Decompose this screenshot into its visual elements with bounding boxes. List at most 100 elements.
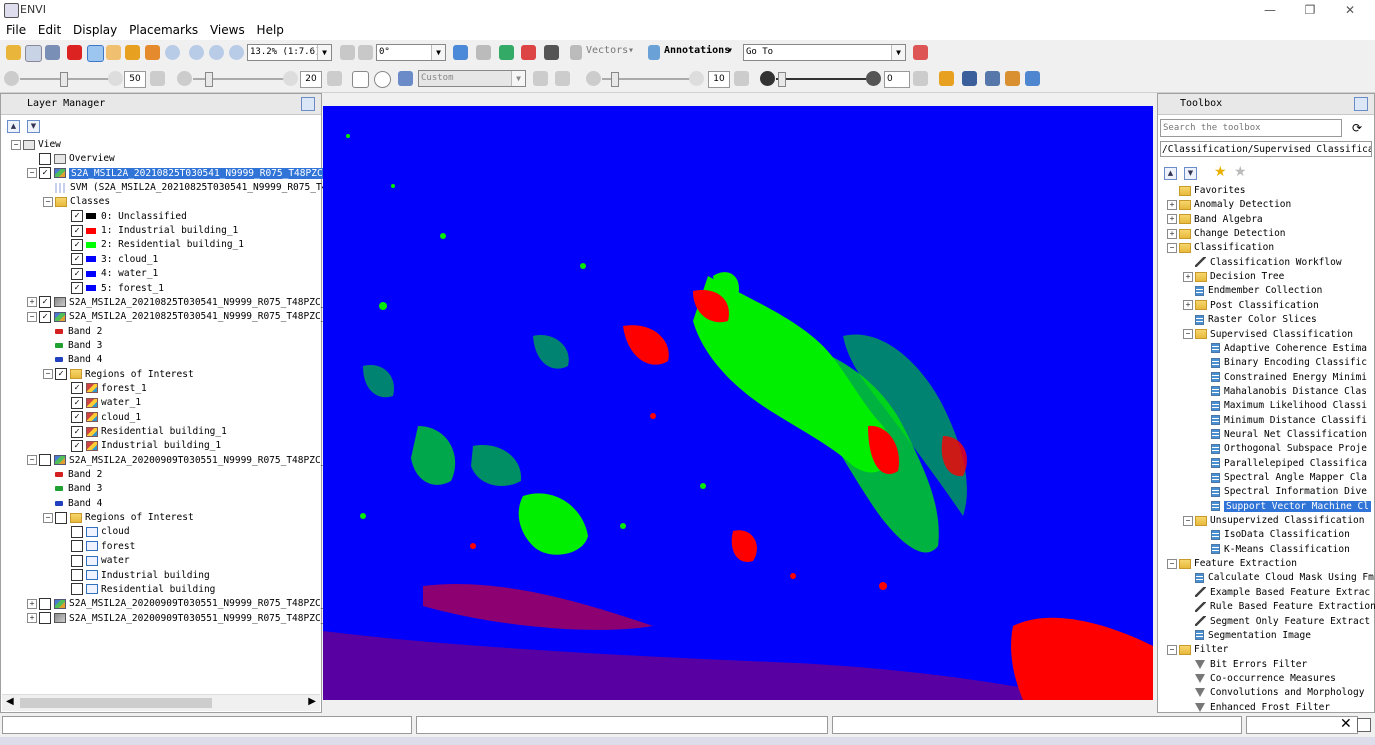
collapse-all-icon[interactable]: ▲ [7,120,20,133]
pin-icon[interactable] [67,45,82,60]
layer-tree-item[interactable]: + ✓ S2A_MSIL2A_20210825T030541_N9999_R075_… [27,296,326,310]
vectors-menu[interactable]: Vectors [586,45,628,56]
layer-checkbox[interactable]: ✓ [71,253,83,266]
layer-tree-item[interactable]: ✓ 1: Industrial building_1 [59,224,238,238]
brightness-knob[interactable] [60,72,68,87]
data-manager-icon[interactable] [25,45,42,62]
layer-tree-item[interactable]: Overview [27,152,115,166]
toolbox-tree-item[interactable]: Segment Only Feature Extract [1183,615,1370,629]
layer-checkbox[interactable] [39,612,51,625]
reset-sharpen-icon[interactable] [734,71,749,86]
toolbox-tree-item[interactable]: Neural Net Classification [1199,428,1367,442]
collapse-icon[interactable]: − [1167,558,1177,569]
rotate-right-icon[interactable] [358,45,373,60]
layer-tree-item[interactable]: − Regions of Interest [43,511,194,525]
layer-tree-item[interactable]: ✓ Residential building_1 [59,425,227,439]
collapse-icon[interactable]: − [1167,644,1177,655]
layer-tree-item[interactable]: ✓ 0: Unclassified [59,210,187,224]
layer-tree-item[interactable]: ✓ 5: forest_1 [59,282,164,296]
portal-icon[interactable] [962,71,977,86]
toolbox-tree-item[interactable]: Mahalanobis Distance Clas [1199,385,1367,399]
scrollbar-thumb[interactable] [20,698,212,708]
menu-help[interactable]: Help [253,20,288,40]
toolbox-tree-item[interactable]: − Feature Extraction [1167,557,1297,571]
layer-checkbox[interactable] [71,569,83,581]
dock-icon[interactable] [1354,97,1368,111]
toolbox-tree-item[interactable]: + Decision Tree [1183,270,1284,284]
toolbox-tree-item[interactable]: − Supervised Classification [1183,328,1353,342]
layer-checkbox[interactable] [71,554,83,567]
remove-favorite-icon[interactable]: ★ [1234,164,1247,180]
toolbox-tree-item[interactable]: Rule Based Feature Extraction [1183,600,1375,614]
expand-icon[interactable]: + [1167,199,1177,210]
expand-icon[interactable]: + [1183,271,1193,282]
annotations-chevron-icon[interactable]: ▾ [727,45,733,56]
flicker-icon[interactable] [1005,71,1020,86]
layer-tree-item[interactable]: Industrial building [59,569,210,583]
layer-tree-item[interactable]: water [59,554,130,568]
collapse-icon[interactable]: − [27,168,37,179]
toolbox-tree-item[interactable]: Calculate Cloud Mask Using Fm [1183,571,1374,585]
layer-checkbox[interactable]: ✓ [71,411,83,424]
annotations-menu[interactable]: Annotations [664,45,730,56]
refresh-stretch-icon[interactable] [533,71,548,86]
layer-tree-item[interactable]: ✓ forest_1 [59,382,147,396]
rotate-icon[interactable] [145,45,160,60]
minimize-icon[interactable]: — [1250,0,1290,20]
collapse-icon[interactable]: − [11,139,21,150]
reset-transparency-icon[interactable] [913,71,928,86]
chip-icon[interactable] [544,45,559,60]
crosshair-icon[interactable] [476,45,491,60]
stretch-box-icon[interactable] [352,71,369,88]
layer-tree-item[interactable]: − ✓ Regions of Interest [43,368,194,382]
reset-contrast-icon[interactable] [327,71,342,86]
layer-tree-item[interactable]: − S2A_MSIL2A_20200909T030551_N9999_R075_T… [27,454,326,468]
dock-icon[interactable] [301,97,315,111]
layer-checkbox[interactable]: ✓ [39,296,51,309]
expand-icon[interactable]: + [27,297,37,308]
expand-icon[interactable]: + [1183,300,1193,311]
collapse-icon[interactable]: − [1183,515,1193,526]
layer-checkbox[interactable]: ✓ [71,282,83,294]
vectors-chevron-icon[interactable]: ▾ [628,45,634,56]
expand-icon[interactable]: + [27,613,37,624]
reset-icon[interactable] [150,71,165,86]
north-up-icon[interactable] [453,45,468,60]
cancel-process-icon[interactable]: ✕ [1340,716,1352,732]
toolbox-search-input[interactable] [1160,119,1342,137]
scroll-left-icon[interactable]: ◀ [6,696,14,707]
brightness-value[interactable]: 50 [124,71,146,88]
toolbox-tree-item[interactable]: Convolutions and Morphology [1183,686,1364,700]
toolbox-tree-item[interactable]: Spectral Information Dive [1199,485,1367,499]
toolbox-tree-item[interactable]: Endmember Collection [1183,284,1322,298]
toolbox-tree-item[interactable]: − Filter [1167,643,1228,657]
layer-tree-item[interactable]: SVM (S2A_MSIL2A_20210825T030541_N9999_R0… [43,181,333,195]
expand-icon[interactable]: + [1167,228,1177,239]
layer-tree-item[interactable]: Residential building [59,583,215,597]
toolbox-tree-item[interactable]: Binary Encoding Classific [1199,356,1367,370]
toolbox-tree-item[interactable]: IsoData Classification [1199,528,1350,542]
vector-join-icon[interactable] [521,45,536,60]
layer-tree-item[interactable]: Band 4 [43,497,102,511]
collapse-icon[interactable]: − [27,311,37,322]
transparency-slider[interactable] [776,78,866,80]
layer-tree-item[interactable]: ✓ 4: water_1 [59,267,158,281]
layer-tree-item[interactable]: − View [11,138,61,152]
layer-checkbox[interactable]: ✓ [71,224,83,237]
toolbox-tree-item[interactable]: Minimum Distance Classifi [1199,414,1367,428]
toolbox-tree-item[interactable]: Maximum Likelihood Classi [1199,399,1367,413]
toolbox-tree-item[interactable]: Bit Errors Filter [1183,658,1307,672]
pan-hand-icon[interactable] [106,45,121,60]
rotation-select[interactable]: 0° ▼ [376,44,446,61]
collapse-icon[interactable]: − [1167,242,1177,253]
collapse-icon[interactable]: − [43,196,53,207]
layer-tree-item[interactable]: Band 3 [43,339,102,353]
stretch-settings-icon[interactable] [555,71,570,86]
maximize-icon[interactable]: ❐ [1290,0,1330,20]
toolbox-tree-item[interactable]: − Classification [1167,241,1274,255]
layer-tree-item[interactable]: ✓ cloud_1 [59,411,141,425]
process-manager-icon[interactable] [1357,718,1371,732]
zoom-fit-icon[interactable] [229,45,244,60]
toolbox-tree-item[interactable]: + Post Classification [1183,299,1319,313]
toolbox-tree-item[interactable]: Parallelepiped Classifica [1199,457,1367,471]
